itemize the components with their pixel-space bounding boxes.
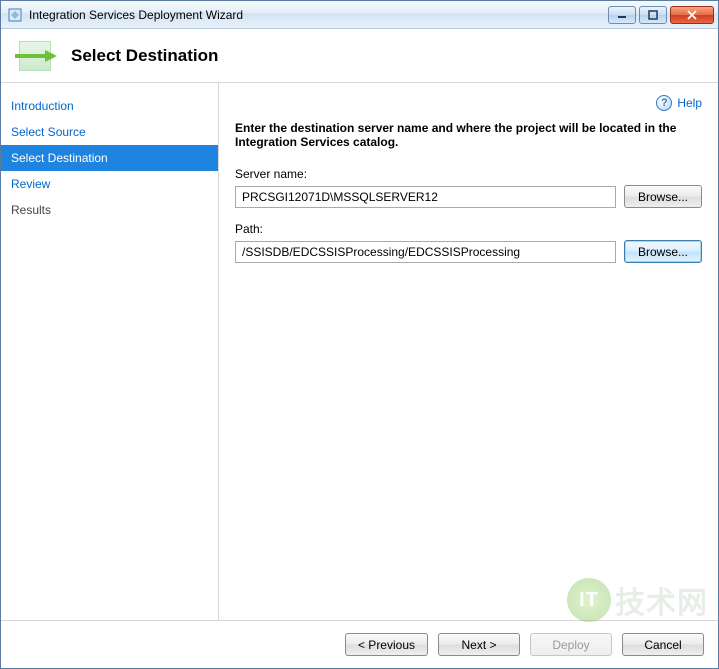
path-browse-button[interactable]: Browse... <box>624 240 702 263</box>
wizard-footer: < Previous Next > Deploy Cancel <box>1 620 718 668</box>
wizard-header: Select Destination <box>1 29 718 83</box>
sidebar-item-review[interactable]: Review <box>1 171 218 197</box>
sidebar-item-results: Results <box>1 197 218 223</box>
path-label: Path: <box>235 222 702 236</box>
path-input[interactable] <box>235 241 616 263</box>
server-name-input[interactable] <box>235 186 616 208</box>
maximize-button[interactable] <box>639 6 667 24</box>
cancel-button[interactable]: Cancel <box>622 633 704 656</box>
close-button[interactable] <box>670 6 714 24</box>
path-row: Browse... <box>235 240 702 263</box>
deploy-button: Deploy <box>530 633 612 656</box>
help-link[interactable]: Help <box>677 96 702 110</box>
page-title: Select Destination <box>71 46 218 66</box>
server-browse-button[interactable]: Browse... <box>624 185 702 208</box>
previous-button[interactable]: < Previous <box>345 633 428 656</box>
help-icon: ? <box>656 95 672 111</box>
content-area: ? Help Enter the destination server name… <box>219 83 718 620</box>
app-icon <box>7 7 23 23</box>
step-sidebar: Introduction Select Source Select Destin… <box>1 83 219 620</box>
window-title: Integration Services Deployment Wizard <box>29 8 608 22</box>
instruction-text: Enter the destination server name and wh… <box>235 121 702 149</box>
wizard-window: Integration Services Deployment Wizard S… <box>0 0 719 669</box>
titlebar: Integration Services Deployment Wizard <box>1 1 718 29</box>
server-name-label: Server name: <box>235 167 702 181</box>
sidebar-item-introduction[interactable]: Introduction <box>1 93 218 119</box>
wizard-step-icon <box>15 37 57 75</box>
help-row: ? Help <box>235 95 702 111</box>
server-name-row: Browse... <box>235 185 702 208</box>
minimize-button[interactable] <box>608 6 636 24</box>
window-controls <box>608 6 714 24</box>
sidebar-item-select-destination[interactable]: Select Destination <box>1 145 218 171</box>
sidebar-item-select-source[interactable]: Select Source <box>1 119 218 145</box>
wizard-body: Introduction Select Source Select Destin… <box>1 83 718 620</box>
next-button[interactable]: Next > <box>438 633 520 656</box>
